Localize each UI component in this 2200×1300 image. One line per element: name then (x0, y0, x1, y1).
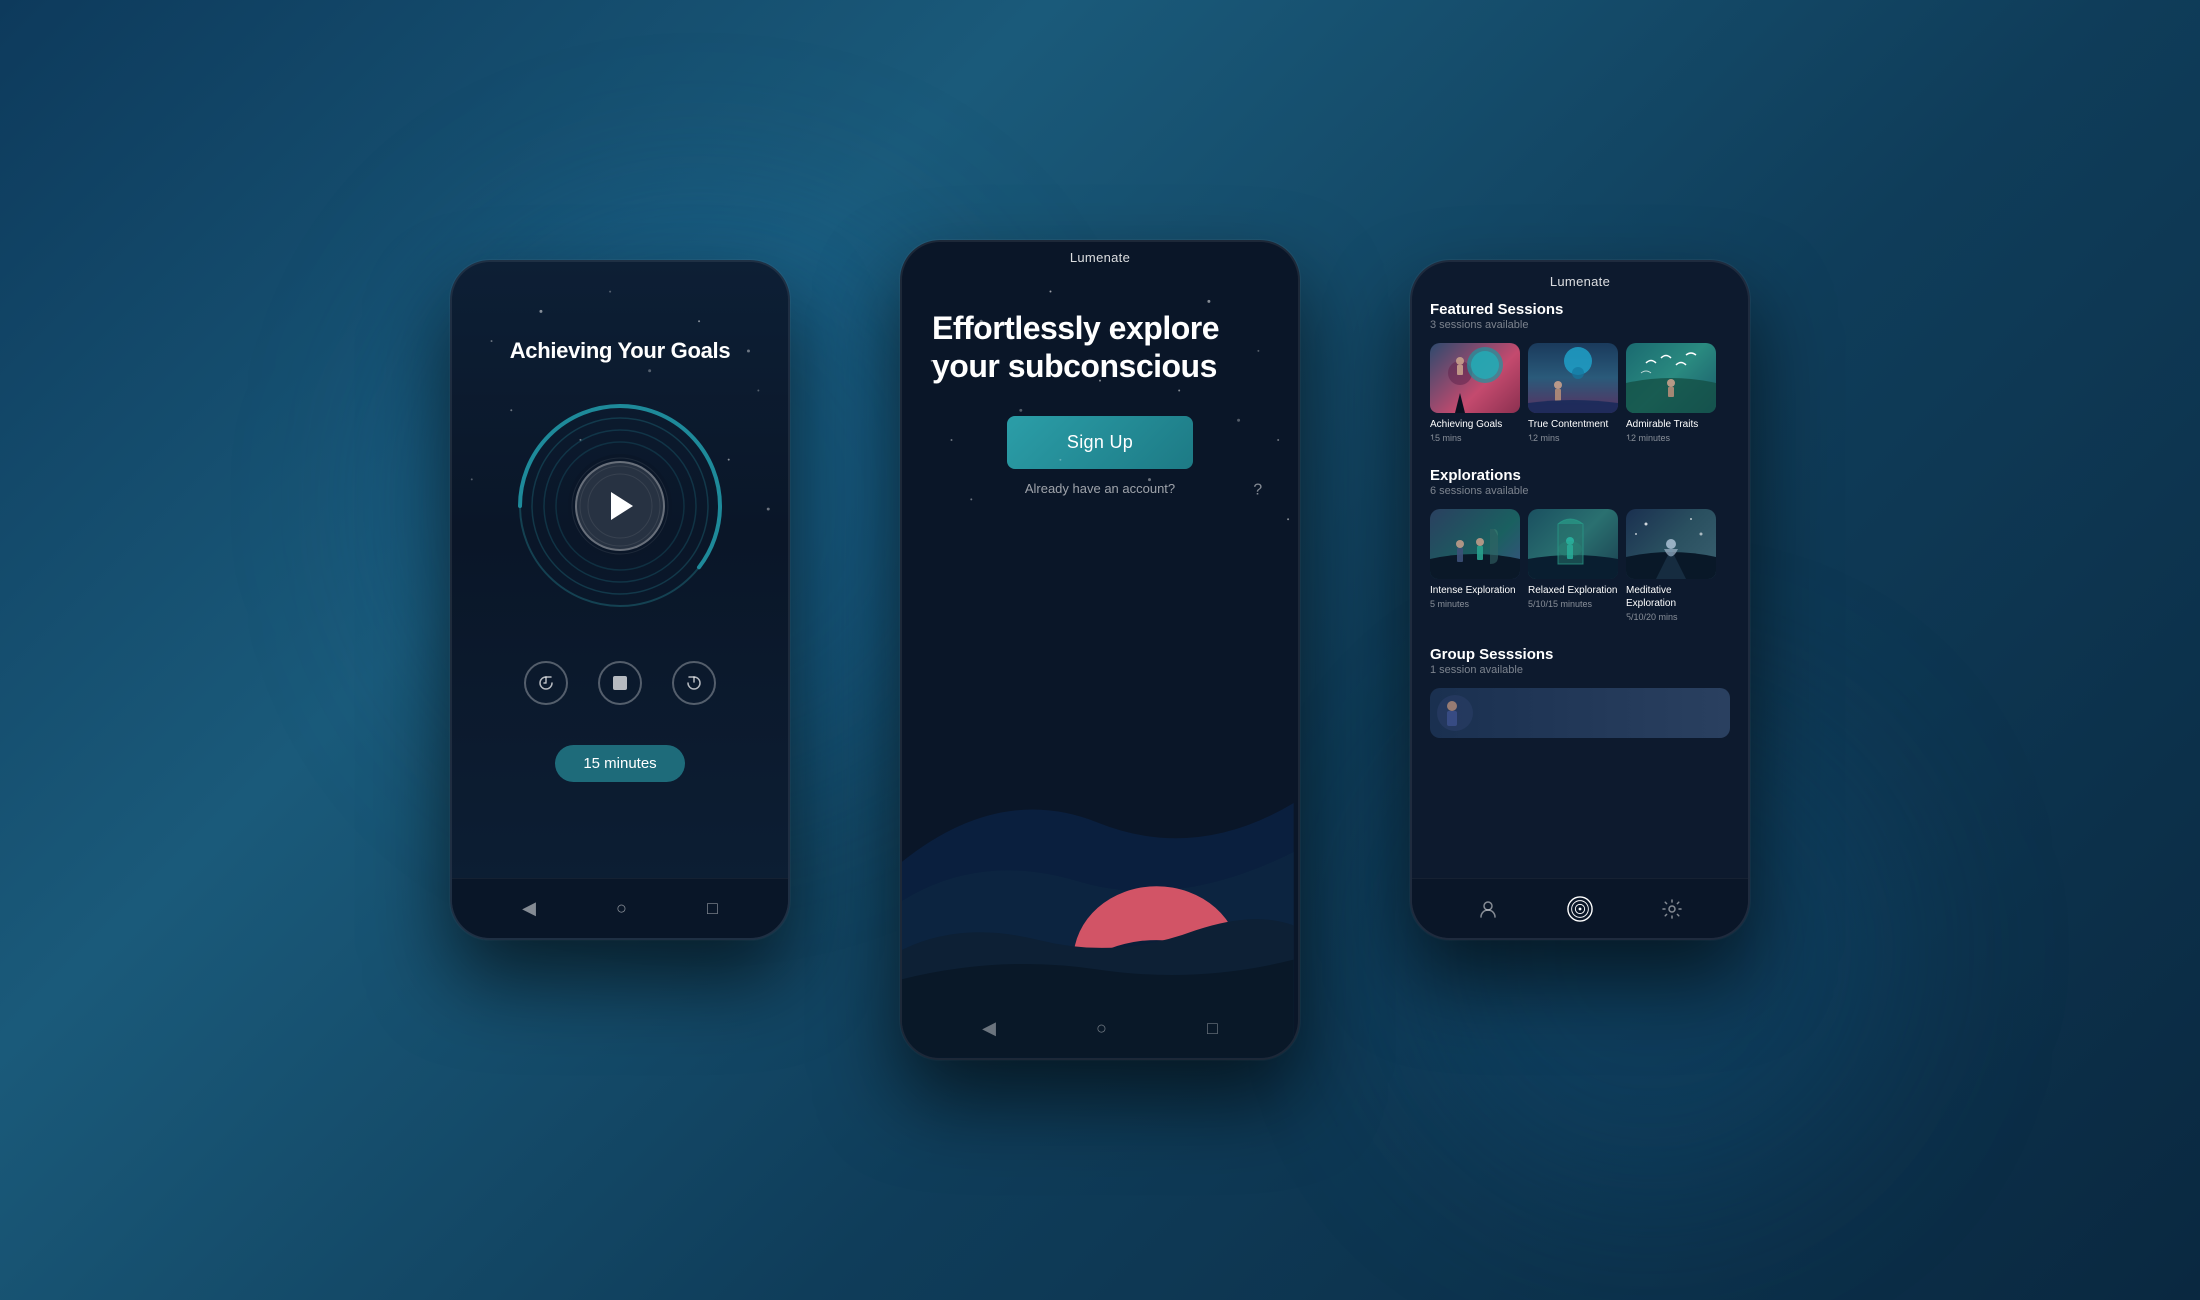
left-phone-nav: ◀ ○ □ (452, 878, 788, 938)
play-button[interactable] (575, 461, 665, 551)
center-scene (902, 568, 1294, 1058)
home-nav-icon[interactable] (1567, 896, 1593, 922)
right-phone-nav (1412, 878, 1748, 938)
card-intense-thumb (1430, 509, 1520, 579)
group-preview-card[interactable] (1430, 688, 1730, 738)
explorations-title: Explorations (1430, 467, 1730, 484)
duration-badge: 15 minutes (555, 745, 684, 782)
play-icon (611, 492, 633, 520)
card-contentment-thumb (1528, 343, 1618, 413)
center-phone-content: Lumenate ? (902, 242, 1298, 1058)
signup-button[interactable]: Sign Up (1007, 416, 1193, 469)
right-app-title: Lumenate (1550, 274, 1610, 289)
card-contentment-duration: 12 mins (1528, 433, 1618, 443)
card-relaxed-duration: 5/10/15 minutes (1528, 599, 1618, 609)
home-nav-icon[interactable]: ○ (616, 898, 627, 919)
card-meditative-duration: 5/10/20 mins (1626, 612, 1716, 622)
player-controls (524, 661, 716, 705)
card-admirable-label: Admirable Traits (1626, 418, 1716, 431)
explorations-cards-row: Intense Exploration 5 minutes (1412, 501, 1748, 630)
signin-link[interactable]: Already have an account? (902, 481, 1298, 496)
card-relaxed[interactable]: Relaxed Exploration 5/10/15 minutes (1528, 509, 1618, 622)
card-relaxed-thumb (1528, 509, 1618, 579)
user-nav-icon[interactable] (1475, 896, 1501, 922)
card-admirable[interactable]: Admirable Traits 12 minutes (1626, 343, 1716, 443)
card-contentment[interactable]: True Contentment 12 mins (1528, 343, 1618, 443)
card-relaxed-label: Relaxed Exploration (1528, 584, 1618, 597)
back-nav-icon[interactable]: ◀ (522, 898, 536, 919)
phone-right: Lumenate Featured Sessions 3 sessions av… (1410, 260, 1750, 940)
featured-section-header: Featured Sessions 3 sessions available (1412, 293, 1748, 335)
group-section-header: Group Sesssions 1 session available (1412, 638, 1748, 680)
card-meditative-thumb (1626, 509, 1716, 579)
group-subtitle: 1 session available (1430, 664, 1730, 676)
explorations-section-header: Explorations 6 sessions available (1412, 459, 1748, 501)
forward-button[interactable] (672, 661, 716, 705)
card-meditative[interactable]: Meditative Exploration 5/10/20 mins (1626, 509, 1716, 622)
card-intense-label: Intense Exploration (1430, 584, 1520, 597)
center-back-nav[interactable]: ◀ (982, 1018, 996, 1039)
card-goals-duration: 15 mins (1430, 433, 1520, 443)
settings-nav-icon[interactable] (1659, 896, 1685, 922)
featured-subtitle: 3 sessions available (1430, 319, 1730, 331)
phone-left: Achieving Your Goals (450, 260, 790, 940)
center-recent-nav[interactable]: □ (1207, 1018, 1218, 1039)
center-phone-nav: ◀ ○ □ (902, 998, 1298, 1058)
session-title: Achieving Your Goals (480, 337, 761, 366)
card-goals-thumb (1430, 343, 1520, 413)
card-admirable-duration: 12 minutes (1626, 433, 1716, 443)
rewind-button[interactable] (524, 661, 568, 705)
recent-nav-icon[interactable]: □ (707, 898, 718, 919)
card-goals-label: Achieving Goals (1430, 418, 1520, 431)
center-status-bar: Lumenate (902, 242, 1298, 269)
phones-container: Achieving Your Goals (400, 100, 1800, 1200)
card-admirable-thumb (1626, 343, 1716, 413)
scroll-area[interactable]: Featured Sessions 3 sessions available (1412, 293, 1748, 849)
right-phone-content: Lumenate Featured Sessions 3 sessions av… (1412, 262, 1748, 938)
group-title: Group Sesssions (1430, 646, 1730, 663)
card-contentment-label: True Contentment (1528, 418, 1618, 431)
center-app-title: Lumenate (1070, 250, 1130, 265)
card-intense-duration: 5 minutes (1430, 599, 1520, 609)
hero-tagline: Effortlessly explore your subconscious (902, 269, 1298, 386)
card-meditative-label: Meditative Exploration (1626, 584, 1716, 610)
player-circle (510, 396, 730, 616)
stop-button[interactable] (598, 661, 642, 705)
featured-title: Featured Sessions (1430, 301, 1730, 318)
center-home-nav[interactable]: ○ (1096, 1018, 1107, 1039)
explorations-subtitle: 6 sessions available (1430, 485, 1730, 497)
phone-center: Lumenate ? (900, 240, 1300, 1060)
card-goals[interactable]: Achieving Goals 15 mins (1430, 343, 1520, 443)
featured-cards-row: Achieving Goals 15 mins (1412, 335, 1748, 451)
card-intense[interactable]: Intense Exploration 5 minutes (1430, 509, 1520, 622)
left-phone-content: Achieving Your Goals (452, 262, 788, 938)
right-status-bar: Lumenate (1412, 262, 1748, 293)
